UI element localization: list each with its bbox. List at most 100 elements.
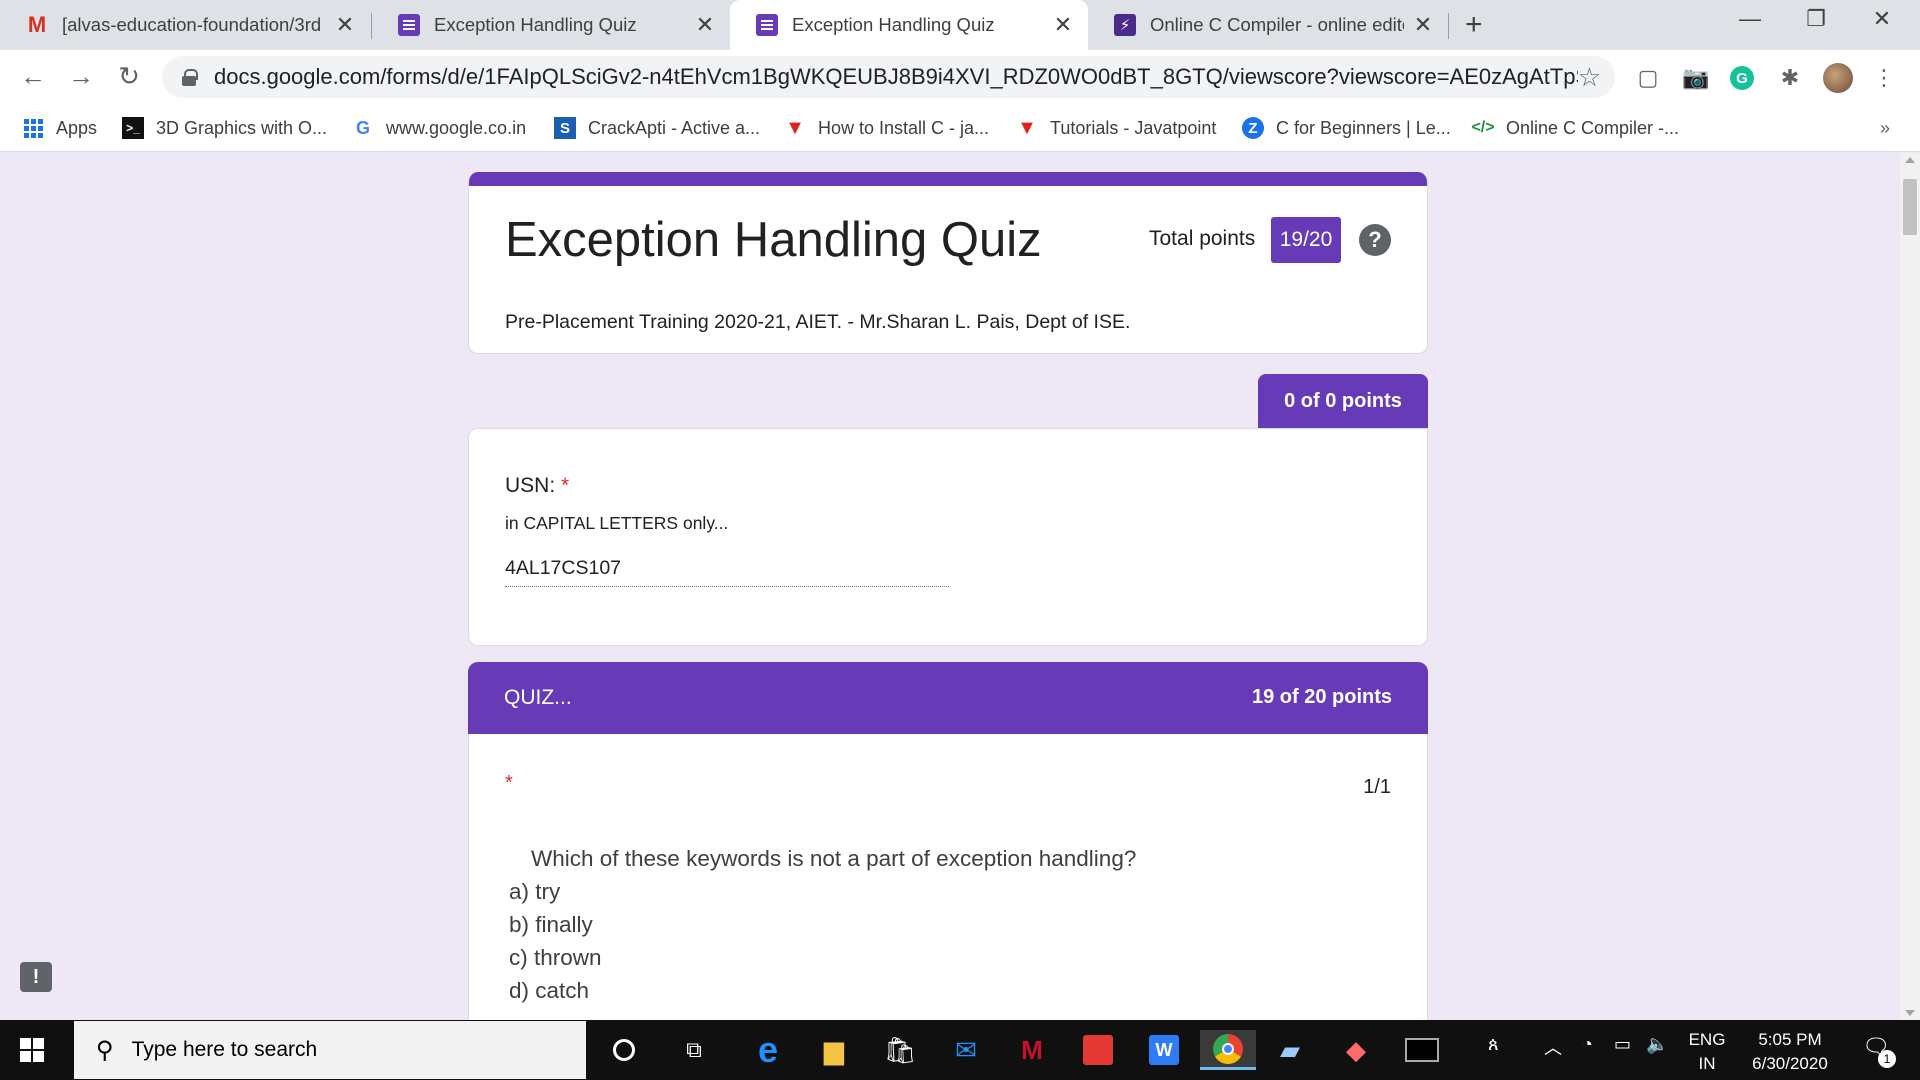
scroll-up-arrow-icon[interactable] — [1905, 157, 1915, 163]
paint-icon[interactable]: ◆ — [1334, 1030, 1378, 1070]
camera-extension-icon[interactable]: 📷 — [1680, 62, 1712, 94]
bookmark-javatpoint[interactable]: ▼ Tutorials - Javatpoint — [1016, 112, 1216, 144]
store-icon[interactable]: 🛍 — [878, 1030, 922, 1070]
tab-exception-quiz-1[interactable]: Exception Handling Quiz ✕ — [372, 0, 730, 50]
tab-title: [alvas-education-foundation/3rd — [62, 14, 322, 35]
tab-gmail[interactable]: M [alvas-education-foundation/3rd ✕ — [0, 0, 370, 50]
extensions-puzzle-icon[interactable]: ✱ — [1774, 62, 1806, 94]
required-asterisk: * — [505, 772, 513, 794]
question-text: Which of these keywords is not a part of… — [531, 846, 1137, 871]
address-bar[interactable]: docs.google.com/forms/d/e/1FAIpQLSciGv2-… — [162, 56, 1615, 98]
form-header-card: Exception Handling Quiz Total points 19/… — [468, 172, 1428, 354]
bookmark-label: Tutorials - Javatpoint — [1050, 117, 1217, 138]
reload-button[interactable]: ↻ — [112, 61, 146, 92]
terminal-icon[interactable] — [1400, 1030, 1444, 1070]
close-window-button[interactable]: ✕ — [1852, 6, 1912, 32]
question-option: c) thrown — [509, 945, 602, 970]
task-view-icon[interactable]: ⧉ — [672, 1030, 716, 1070]
help-icon[interactable]: ? — [1359, 224, 1391, 256]
minimize-button[interactable]: — — [1720, 6, 1780, 32]
bookmark-google[interactable]: G www.google.co.in — [352, 112, 526, 144]
quiz-section-title: QUIZ... — [504, 686, 572, 709]
quiz-section-header: QUIZ... 19 of 20 points — [468, 662, 1428, 734]
scroll-down-arrow-icon[interactable] — [1905, 1010, 1915, 1016]
windows-start-icon[interactable] — [20, 1038, 44, 1062]
accent-bar — [469, 172, 1427, 186]
profile-avatar[interactable] — [1822, 62, 1854, 94]
new-tab-button[interactable]: + — [1465, 8, 1483, 42]
report-feedback-icon[interactable]: ! — [20, 962, 52, 992]
code-icon: </> — [1471, 119, 1495, 136]
bookmark-c-beginners[interactable]: Z C for Beginners | Le... — [1242, 112, 1451, 144]
bookmark-install-c[interactable]: ▼ How to Install C - ja... — [784, 112, 989, 144]
tab-exception-quiz-2[interactable]: Exception Handling Quiz ✕ — [730, 0, 1088, 50]
red-app-icon[interactable] — [1076, 1030, 1120, 1070]
file-explorer-icon[interactable]: ▆ — [812, 1030, 856, 1070]
scrollbar-thumb[interactable] — [1903, 179, 1917, 235]
mail-icon[interactable]: ✉ — [944, 1030, 988, 1070]
pocket-extension-icon[interactable]: ▢ — [1632, 62, 1664, 94]
question-label: USN: * — [505, 474, 569, 498]
browser-tab-strip: M [alvas-education-foundation/3rd ✕ Exce… — [0, 0, 1920, 50]
show-hidden-icons-icon[interactable]: ︿ — [1544, 1034, 1562, 1060]
close-tab-icon[interactable]: ✕ — [1052, 12, 1074, 38]
battery-icon[interactable]: ▭ — [1614, 1034, 1631, 1055]
clock-date: 6/30/2020 — [1752, 1054, 1828, 1073]
tab-title: Exception Handling Quiz — [792, 14, 995, 35]
notepad-icon[interactable]: ▰ — [1268, 1030, 1312, 1070]
bookmark-label: C for Beginners | Le... — [1276, 117, 1451, 138]
page-scrollbar[interactable] — [1900, 153, 1920, 1020]
bookmark-crackapti[interactable]: S CrackApti - Active a... — [554, 112, 760, 144]
chrome-icon[interactable] — [1200, 1030, 1256, 1070]
tab-title: Online C Compiler - online editor — [1150, 14, 1404, 35]
terminal-icon: >_ — [122, 117, 144, 139]
form-content: Exception Handling Quiz Total points 19/… — [0, 153, 1920, 1020]
close-tab-icon[interactable]: ✕ — [1412, 12, 1434, 38]
cortana-icon[interactable] — [602, 1030, 646, 1070]
lock-icon[interactable] — [182, 69, 198, 86]
edge-icon[interactable]: e — [746, 1029, 790, 1070]
volume-icon[interactable]: 🔈 — [1646, 1034, 1668, 1055]
usn-answer: 4AL17CS107 — [505, 557, 949, 587]
bookmarks-bar: Apps >_ 3D Graphics with O... G www.goog… — [0, 104, 1920, 152]
required-asterisk: * — [561, 474, 570, 497]
question-1-card: * 1/1 Which of these keywords is not a p… — [468, 734, 1428, 1020]
search-icon: ⚲ — [96, 1036, 114, 1064]
url-text[interactable]: docs.google.com/forms/d/e/1FAIpQLSciGv2-… — [214, 64, 1578, 90]
language-indicator[interactable]: ENG IN — [1682, 1028, 1732, 1076]
taskbar-clock[interactable]: 5:05 PM 6/30/2020 — [1735, 1028, 1845, 1076]
close-tab-icon[interactable]: ✕ — [694, 12, 716, 38]
usn-question-card: USN: * in CAPITAL LETTERS only... 4AL17C… — [468, 428, 1428, 646]
tab-online-compiler[interactable]: ⚡ Online C Compiler - online editor ✕ — [1088, 0, 1448, 50]
bookmarks-overflow-button[interactable]: » — [1880, 118, 1890, 139]
windows-taskbar: ⚲ Type here to search ⧉ e ▆ 🛍 ✉ M W ▰ ◆ … — [0, 1020, 1920, 1080]
question-option: b) finally — [509, 912, 593, 937]
question-option: a) try — [509, 879, 561, 904]
google-forms-icon — [756, 14, 778, 36]
question-option: d) catch — [509, 978, 590, 1003]
wps-writer-icon[interactable]: W — [1142, 1030, 1186, 1070]
forward-button[interactable]: → — [64, 61, 98, 92]
taskbar-search[interactable]: ⚲ Type here to search — [74, 1021, 586, 1079]
grammarly-extension-icon[interactable]: G — [1726, 62, 1758, 94]
close-tab-icon[interactable]: ✕ — [334, 12, 356, 38]
wifi-icon[interactable]: ◔ — [1582, 1034, 1593, 1055]
browser-menu-icon[interactable]: ⋮ — [1868, 62, 1900, 94]
form-description: Pre-Placement Training 2020-21, AIET. - … — [505, 311, 1131, 333]
people-icon[interactable]: ጰ — [1488, 1034, 1499, 1055]
question-score: 1/1 — [1363, 776, 1391, 798]
bookmark-label: Online C Compiler -... — [1506, 117, 1680, 138]
quiz-section-points: 19 of 20 points — [1251, 686, 1392, 708]
tab-separator — [1448, 13, 1449, 39]
section-points-tab: 0 of 0 points — [1258, 374, 1428, 428]
language-code: ENG — [1688, 1030, 1726, 1049]
bookmark-online-compiler[interactable]: </> Online C Compiler -... — [1471, 112, 1680, 144]
action-center-icon[interactable]: 🗨 1 — [1862, 1034, 1896, 1068]
bookmark-3d-graphics[interactable]: >_ 3D Graphics with O... — [122, 112, 327, 144]
bookmark-apps[interactable]: Apps — [22, 112, 97, 144]
javatpoint-icon: ▼ — [785, 116, 805, 139]
restore-button[interactable]: ❐ — [1786, 6, 1846, 32]
mcafee-icon[interactable]: M — [1010, 1030, 1054, 1070]
bookmark-star-icon[interactable]: ☆ — [1578, 62, 1601, 93]
back-button[interactable]: ← — [16, 61, 50, 92]
